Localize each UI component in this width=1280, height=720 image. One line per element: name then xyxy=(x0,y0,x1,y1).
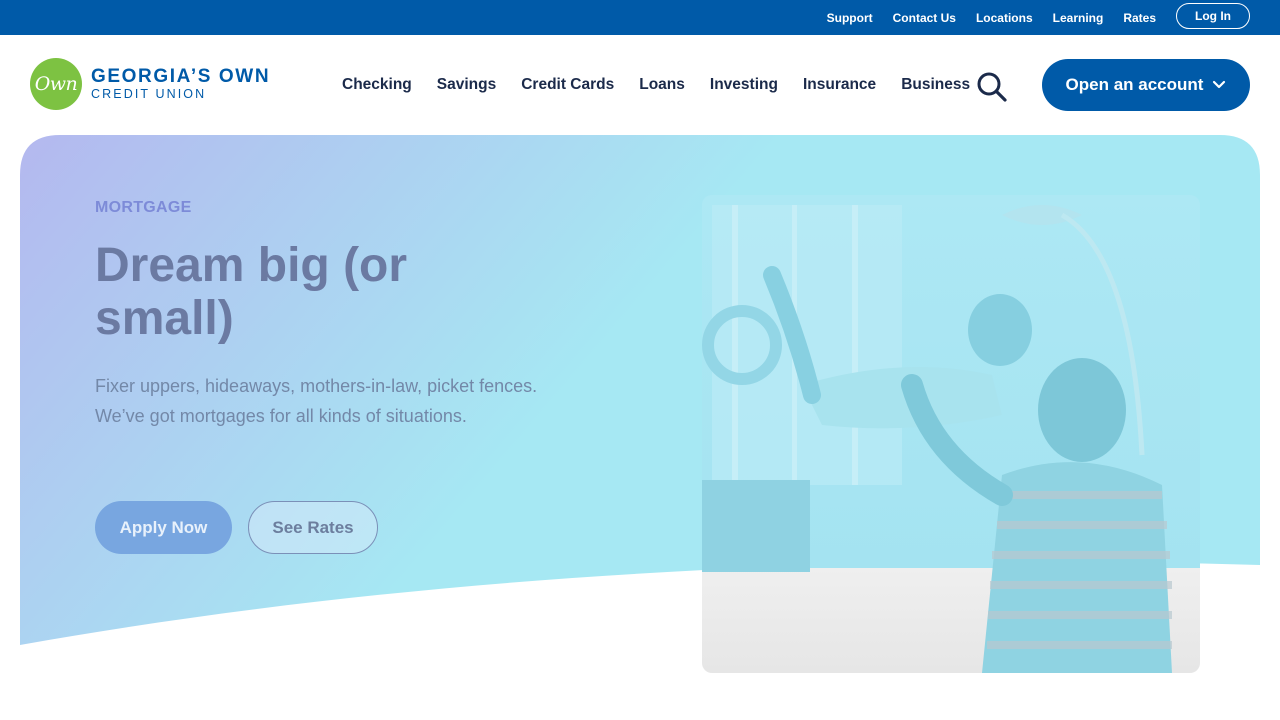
login-button[interactable]: Log In xyxy=(1176,2,1250,29)
nav-item-checking[interactable]: Checking xyxy=(342,76,412,94)
logo-line-1: GEORGIA’S OWN xyxy=(91,66,271,87)
apply-now-button[interactable]: Apply Now xyxy=(95,501,232,554)
hero-description: Fixer uppers, hideaways, mothers-in-law,… xyxy=(95,376,538,426)
nav-item-credit-cards[interactable]: Credit Cards xyxy=(521,76,614,94)
search-button[interactable] xyxy=(976,71,1008,103)
main-nav: Checking Savings Credit Cards Loans Inve… xyxy=(342,35,995,135)
hero-title: Dream big (or small) xyxy=(95,239,408,345)
site-header: Own GEORGIA’S OWN CREDIT UNION Checking … xyxy=(0,35,1280,135)
nav-item-business[interactable]: Business xyxy=(901,76,970,94)
nav-item-insurance[interactable]: Insurance xyxy=(803,76,876,94)
logo-line-2: CREDIT UNION xyxy=(91,87,207,101)
nav-item-investing[interactable]: Investing xyxy=(710,76,778,94)
utility-link-learning[interactable]: Learning xyxy=(1053,11,1104,25)
utility-link-rates[interactable]: Rates xyxy=(1123,11,1156,25)
utility-link-locations[interactable]: Locations xyxy=(976,11,1033,25)
nav-item-savings[interactable]: Savings xyxy=(437,76,496,94)
hero-eyebrow: MORTGAGE xyxy=(95,199,192,216)
open-account-label: Open an account xyxy=(1065,75,1204,94)
search-icon xyxy=(977,72,1007,102)
family-photo xyxy=(702,195,1200,673)
utility-links: Support Contact Us Locations Learning Ra… xyxy=(807,0,1250,35)
chevron-down-icon xyxy=(1213,80,1226,89)
logo-mark: Own xyxy=(30,58,82,110)
utility-link-contact-us[interactable]: Contact Us xyxy=(893,11,956,25)
open-account-button[interactable]: Open an account xyxy=(1042,59,1250,111)
utility-link-support[interactable]: Support xyxy=(827,11,873,25)
utility-bar: Support Contact Us Locations Learning Ra… xyxy=(0,0,1280,35)
logo[interactable]: Own GEORGIA’S OWN CREDIT UNION xyxy=(30,58,270,110)
logo-text: GEORGIA’S OWN CREDIT UNION xyxy=(91,66,271,102)
see-rates-button[interactable]: See Rates xyxy=(248,501,378,554)
nav-item-loans[interactable]: Loans xyxy=(639,76,685,94)
hero-section: MORTGAGE Dream big (or small) Fixer uppe… xyxy=(20,135,1260,720)
